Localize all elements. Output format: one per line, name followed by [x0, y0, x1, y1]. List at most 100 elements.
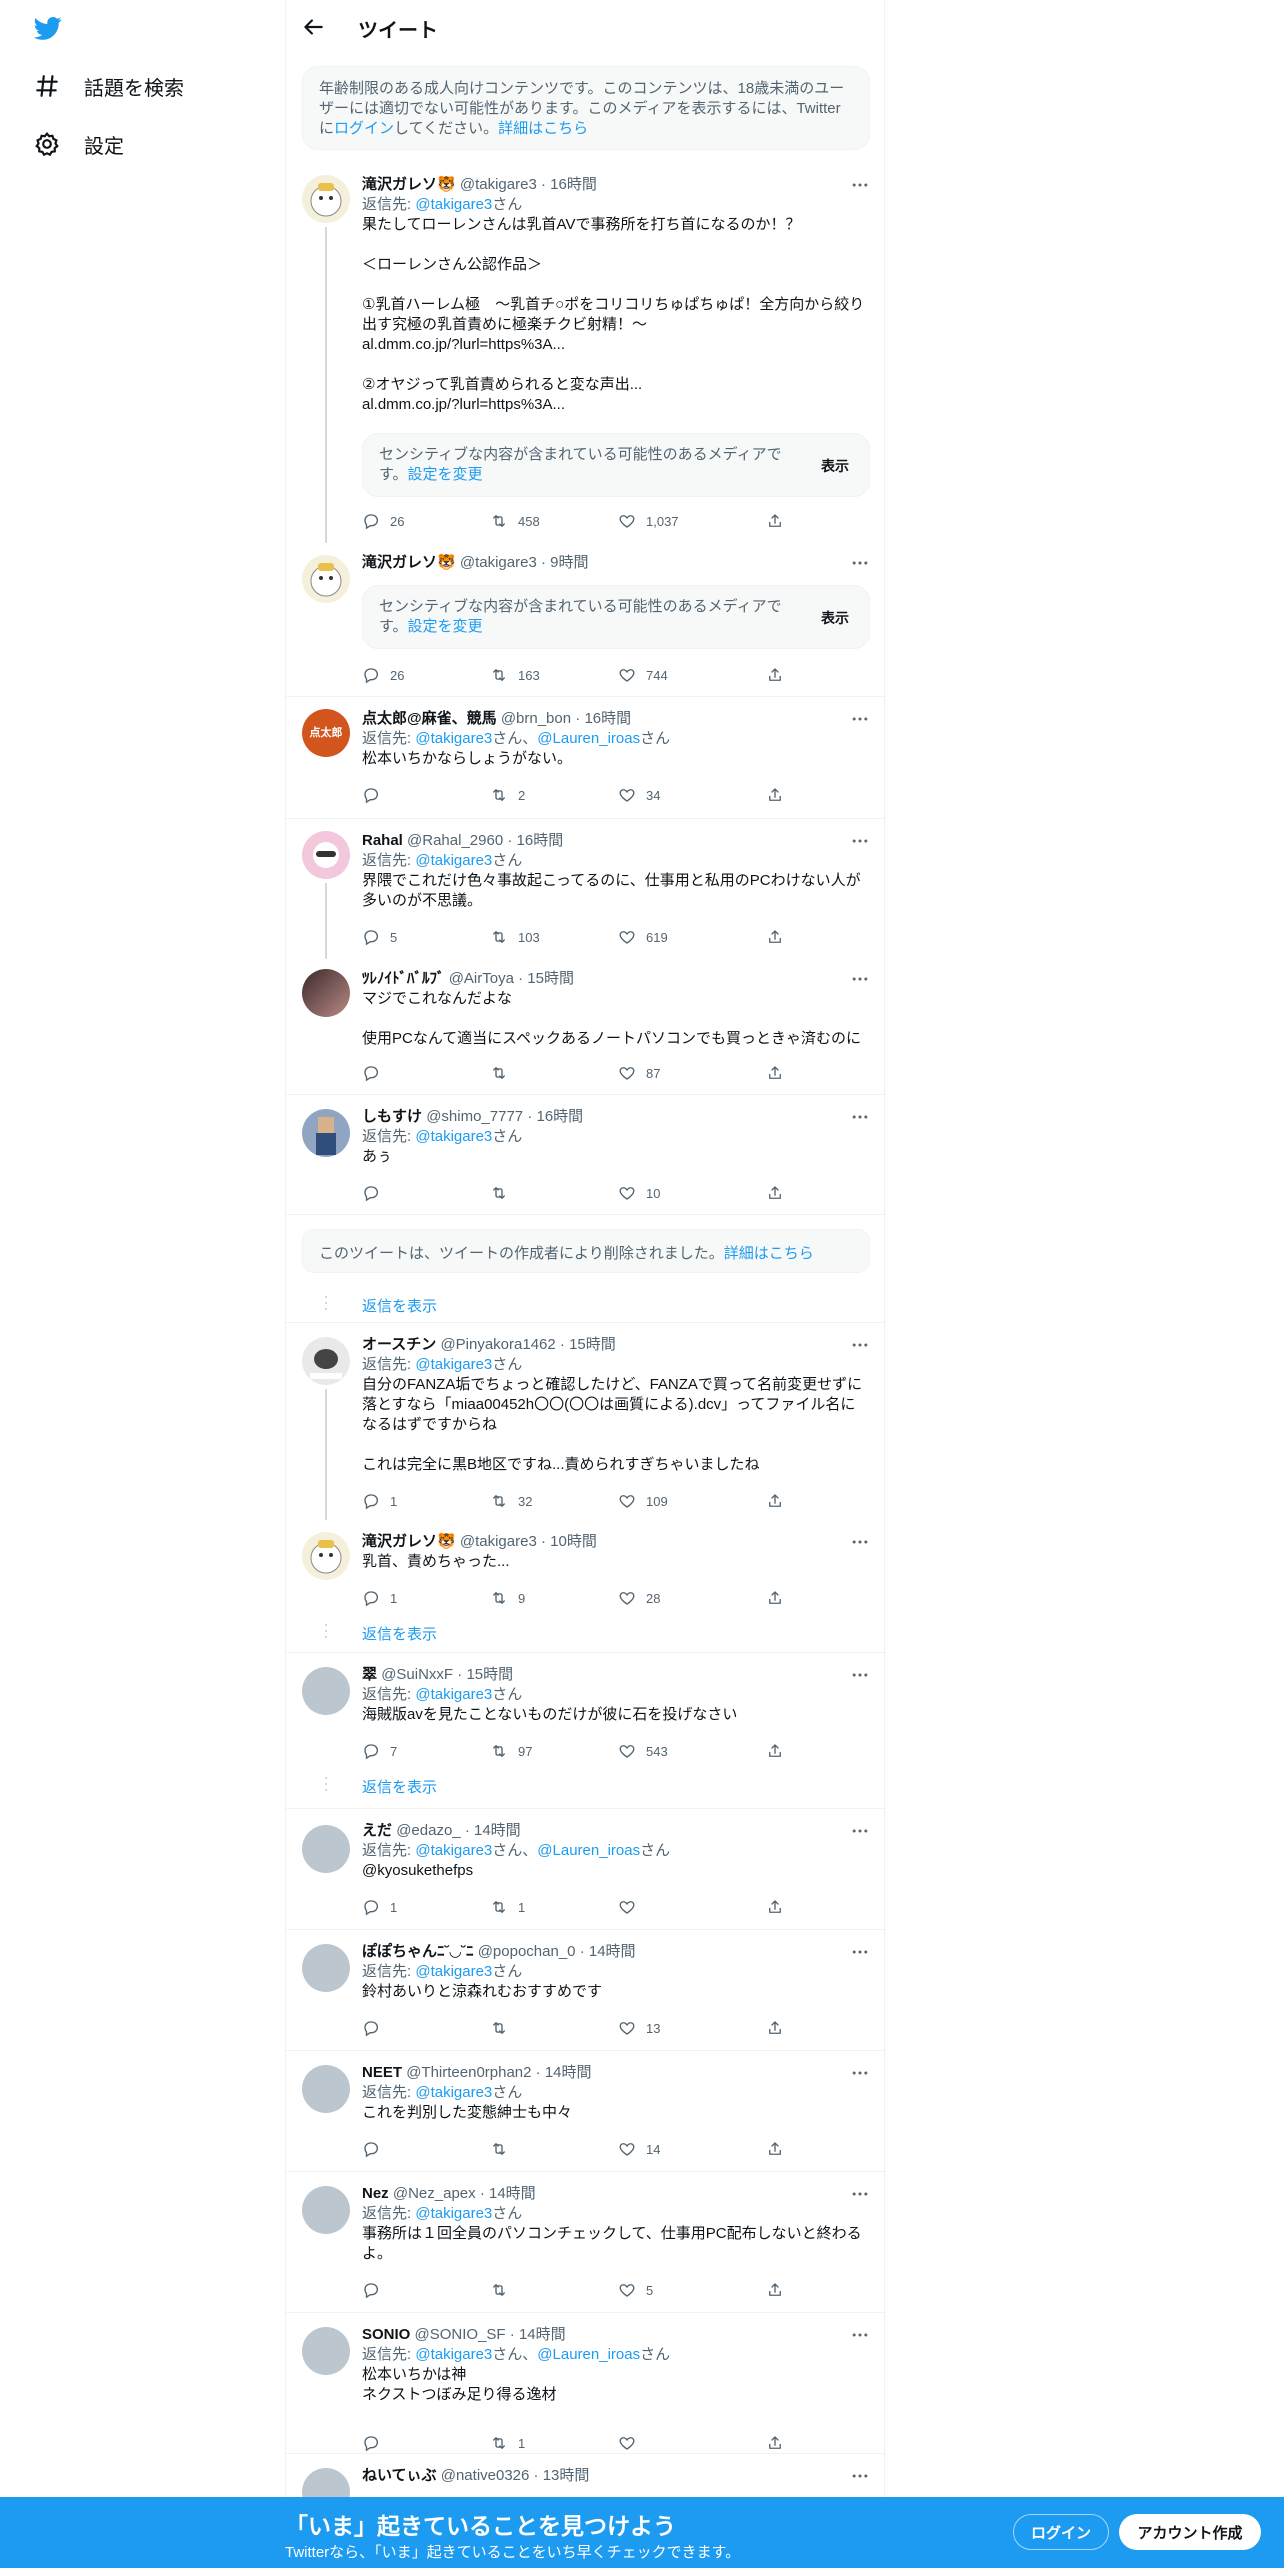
tweet[interactable]: オースチン @Pinyakora1462 · 15時間 返信先: @takiga… [286, 1323, 886, 1520]
like-button[interactable]: 109 [618, 1491, 668, 1511]
reply-button[interactable] [362, 1063, 390, 1083]
tweet-time[interactable]: 14時間 [474, 1822, 521, 1839]
user-name[interactable]: Nez [362, 2185, 389, 2202]
user-handle[interactable]: @SuiNxxF [381, 1666, 453, 1683]
tweet[interactable]: 翠 @SuiNxxF · 15時間 返信先: @takigare3さん 海賊版a… [286, 1653, 886, 1809]
reply-to-link[interactable]: @Lauren_iroas [537, 1842, 640, 1859]
like-button[interactable]: 34 [618, 785, 660, 805]
reply-to-link[interactable]: @takigare3 [415, 196, 492, 213]
reply-to-link[interactable]: @takigare3 [415, 1686, 492, 1703]
nav-settings[interactable]: 設定 [34, 124, 124, 164]
tweet-link[interactable]: al.dmm.co.jp/?lurl=https%3A... [362, 395, 870, 415]
tweet[interactable]: SONIO @SONIO_SF · 14時間 返信先: @takigare3さん… [286, 2313, 886, 2454]
reply-to-link[interactable]: @Lauren_iroas [537, 2346, 640, 2363]
reply-button[interactable]: 26 [362, 665, 404, 685]
tweet-time[interactable]: 10時間 [550, 1533, 597, 1550]
user-name[interactable]: ﾂﾚﾉｲﾄﾞﾊﾞﾙﾌﾞ [362, 970, 445, 987]
more-icon[interactable] [850, 1107, 870, 1127]
avatar[interactable] [302, 2186, 350, 2234]
signup-button[interactable]: アカウント作成 [1119, 2514, 1261, 2550]
user-name[interactable]: Rahal [362, 832, 403, 849]
like-button[interactable] [618, 2433, 646, 2453]
user-name[interactable]: 滝沢ガレソ🐯 [362, 554, 456, 571]
details-link[interactable]: 詳細はこちら [724, 1245, 814, 1262]
user-name[interactable]: 翠 [362, 1666, 377, 1683]
mention-link[interactable]: @kyosukethefps [362, 1861, 870, 1881]
retweet-button[interactable]: 458 [490, 511, 540, 531]
user-name[interactable]: 滝沢ガレソ🐯 [362, 1533, 456, 1550]
details-link[interactable]: 詳細はこちら [498, 120, 588, 137]
share-button[interactable] [766, 2433, 784, 2453]
back-arrow-icon[interactable] [300, 14, 326, 40]
tweet-time[interactable]: 16時間 [536, 1108, 583, 1125]
user-handle[interactable]: @AirToya [449, 970, 514, 987]
show-media-button[interactable]: 表示 [821, 456, 849, 476]
nav-explore[interactable]: 話題を検索 [34, 66, 184, 106]
user-handle[interactable]: @native0326 [441, 2467, 530, 2484]
user-handle[interactable]: @takigare3 [460, 176, 537, 193]
user-handle[interactable]: @takigare3 [460, 1533, 537, 1550]
user-name[interactable]: しもすけ [362, 1108, 422, 1125]
tweet-link[interactable]: al.dmm.co.jp/?lurl=https%3A... [362, 335, 870, 355]
tweet-time[interactable]: 14時間 [489, 2185, 536, 2202]
share-button[interactable] [766, 1588, 784, 1608]
tweet-time[interactable]: 14時間 [545, 2064, 592, 2081]
reply-to-link[interactable]: @takigare3 [415, 2205, 492, 2222]
share-button[interactable] [766, 1897, 784, 1917]
more-icon[interactable] [850, 2184, 870, 2204]
tweet[interactable]: ﾂﾚﾉｲﾄﾞﾊﾞﾙﾌﾞ @AirToya · 15時間 マジでこれなんだよな 使… [286, 959, 886, 1095]
show-media-button[interactable]: 表示 [821, 608, 849, 628]
show-replies-link[interactable]: 返信を表示 [362, 1776, 437, 1797]
user-handle[interactable]: @Nez_apex [393, 2185, 476, 2202]
avatar[interactable] [302, 831, 350, 879]
avatar[interactable] [302, 2065, 350, 2113]
more-icon[interactable] [850, 2466, 870, 2486]
retweet-button[interactable]: 2 [490, 785, 525, 805]
more-icon[interactable] [850, 2063, 870, 2083]
more-icon[interactable] [850, 553, 870, 573]
reply-to-link[interactable]: @takigare3 [415, 1128, 492, 1145]
retweet-button[interactable]: 163 [490, 665, 540, 685]
retweet-button[interactable]: 9 [490, 1588, 525, 1608]
tweet[interactable]: 滝沢ガレソ🐯 @takigare3 · 16時間 返信先: @takigare3… [286, 163, 886, 543]
reply-button[interactable] [362, 2139, 390, 2159]
user-name[interactable]: えだ [362, 1822, 392, 1839]
share-button[interactable] [766, 2018, 784, 2038]
tweet-time[interactable]: 15時間 [466, 1666, 513, 1683]
reply-button[interactable] [362, 2280, 390, 2300]
reply-button[interactable] [362, 2433, 390, 2453]
tweet[interactable]: 滝沢ガレソ🐯 @takigare3 · 10時間 乳首、責めちゃった... 1 … [286, 1520, 886, 1653]
tweet[interactable]: しもすけ @shimo_7777 · 16時間 返信先: @takigare3さ… [286, 1095, 886, 1215]
user-handle[interactable]: @takigare3 [460, 554, 537, 571]
retweet-button[interactable]: 97 [490, 1741, 532, 1761]
avatar[interactable] [302, 1944, 350, 1992]
share-button[interactable] [766, 1741, 784, 1761]
avatar[interactable] [302, 2468, 350, 2497]
retweet-button[interactable]: 32 [490, 1491, 532, 1511]
avatar[interactable] [302, 2327, 350, 2375]
user-name[interactable]: ぽぽちゃんﾆ˘◡˘ﾆ [362, 1943, 474, 1960]
like-button[interactable]: 619 [618, 927, 668, 947]
reply-to-link[interactable]: @takigare3 [415, 2084, 492, 2101]
avatar[interactable]: 点太郎 [302, 709, 350, 757]
user-handle[interactable]: @Rahal_2960 [407, 832, 503, 849]
user-handle[interactable]: @Thirteen0rphan2 [406, 2064, 531, 2081]
more-icon[interactable] [850, 1335, 870, 1355]
tweet[interactable]: ぽぽちゃんﾆ˘◡˘ﾆ @popochan_0 · 14時間 返信先: @taki… [286, 1930, 886, 2051]
more-icon[interactable] [850, 2325, 870, 2345]
reply-to-link[interactable]: @takigare3 [415, 852, 492, 869]
tweet[interactable]: ねいてぃぶ @native0326 · 13時間 [286, 2454, 886, 2497]
more-icon[interactable] [850, 175, 870, 195]
retweet-button[interactable] [490, 2018, 518, 2038]
reply-to-link[interactable]: @takigare3 [415, 1963, 492, 1980]
reply-button[interactable] [362, 2018, 390, 2038]
show-replies-link[interactable]: 返信を表示 [362, 1623, 437, 1644]
login-link[interactable]: ログイン [334, 120, 394, 137]
tweet-time[interactable]: 16時間 [550, 176, 597, 193]
avatar[interactable] [302, 1109, 350, 1157]
tweet-time[interactable]: 16時間 [517, 832, 564, 849]
tweet[interactable]: 点太郎 点太郎@麻雀、競馬 @brn_bon · 16時間 返信先: @taki… [286, 697, 886, 819]
user-name[interactable]: ねいてぃぶ [362, 2467, 437, 2484]
avatar[interactable] [302, 969, 350, 1017]
tweet-time[interactable]: 13時間 [543, 2467, 590, 2484]
